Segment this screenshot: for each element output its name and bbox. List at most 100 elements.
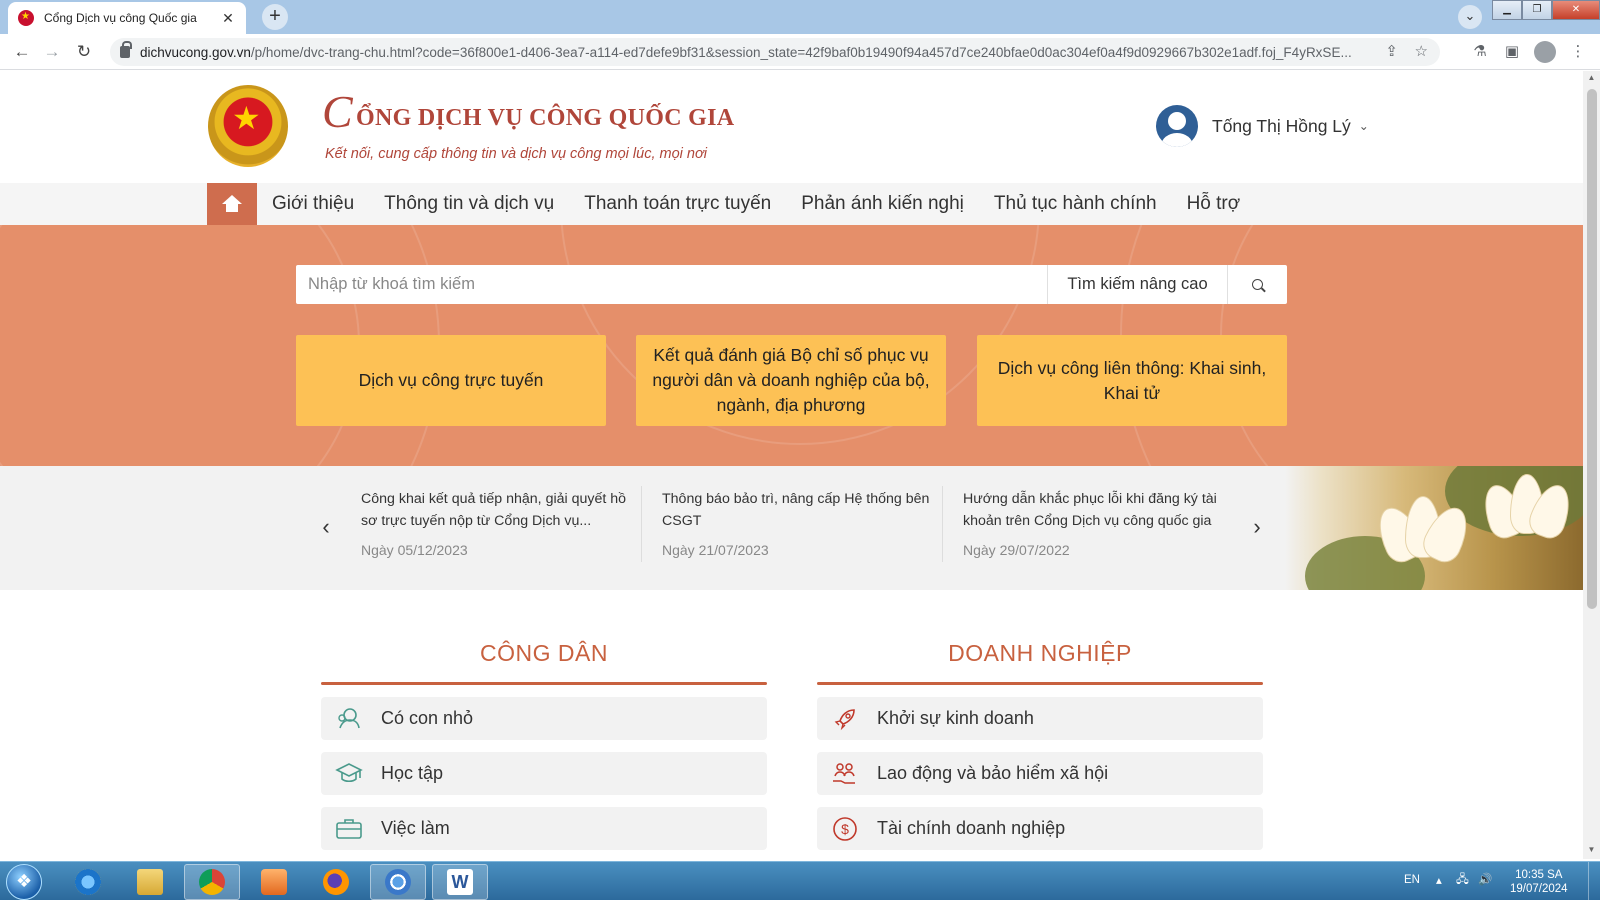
file-explorer-taskbar-icon[interactable] [122, 864, 178, 900]
start-button[interactable] [6, 864, 42, 900]
business-section: DOANH NGHIỆP Khởi sự kinh doanh Lao động… [817, 640, 1263, 850]
browser-toolbar: ← → ↻ dichvucong.gov.vn/p/home/dvc-trang… [0, 34, 1600, 70]
forward-arrow-icon[interactable]: → [40, 40, 64, 64]
browser-tab-strip: Cổng Dịch vụ công Quốc gia ✕ + ⌄ ▁ ❐ ✕ [0, 0, 1600, 34]
chrome-taskbar-icon[interactable] [184, 864, 240, 900]
bookmark-star-icon[interactable]: ☆ [1415, 42, 1428, 60]
tray-expand-icon[interactable]: ▴ [1436, 873, 1442, 887]
network-icon[interactable]: 🖧 [1456, 872, 1469, 891]
section-underline [817, 682, 1263, 685]
windows-taskbar: W EN ▴ 🖧 🔊 10:35 SA 19/07/2024 [0, 861, 1600, 900]
user-menu[interactable]: Tống Thị Hồng Lý ⌄ [1156, 105, 1369, 147]
restore-button[interactable]: ❐ [1522, 0, 1552, 20]
home-button[interactable] [207, 183, 257, 225]
tab-close-icon[interactable]: ✕ [220, 10, 236, 27]
media-player-taskbar-icon[interactable] [246, 864, 302, 900]
news-title[interactable]: Công khai kết quả tiếp nhận, giải quyết … [361, 488, 631, 532]
scroll-thumb[interactable] [1587, 89, 1597, 609]
nav-item-gioi-thieu[interactable]: Giới thiệu [257, 183, 369, 225]
category-label: Tài chính doanh nghiệp [877, 818, 1066, 838]
graduation-cap-icon [335, 761, 363, 787]
page-scrollbar[interactable]: ▲ ▼ [1583, 71, 1600, 859]
category-khoi-su-kinh-doanh[interactable]: Khởi sự kinh doanh [817, 697, 1263, 740]
show-desktop-button[interactable] [1588, 862, 1600, 900]
system-clock[interactable]: 10:35 SA 19/07/2024 [1510, 868, 1568, 896]
nav-item-thanh-toan[interactable]: Thanh toán trực tuyến [569, 183, 786, 225]
category-label: Lao động và bảo hiểm xã hội [877, 763, 1109, 783]
citizen-heading[interactable]: CÔNG DÂN [321, 640, 767, 670]
search-input[interactable] [296, 265, 1047, 304]
category-co-con-nho[interactable]: Có con nhỏ [321, 697, 767, 740]
search-icon [1252, 279, 1263, 290]
chevron-down-icon: ⌄ [1358, 119, 1369, 133]
chrome-window-taskbar-icon[interactable] [370, 864, 426, 900]
category-label: Khởi sự kinh doanh [877, 708, 1034, 728]
clock-time: 10:35 SA [1515, 869, 1563, 881]
browser-tab-active[interactable]: Cổng Dịch vụ công Quốc gia ✕ [8, 2, 246, 34]
side-panel-icon[interactable]: ▣ [1500, 40, 1524, 64]
scroll-down-icon[interactable]: ▼ [1583, 845, 1600, 859]
address-bar[interactable]: dichvucong.gov.vn/p/home/dvc-trang-chu.h… [110, 38, 1440, 66]
tab-search-chevron-icon[interactable]: ⌄ [1458, 5, 1482, 29]
language-indicator[interactable]: EN [1404, 874, 1420, 886]
share-icon[interactable]: ⇪ [1385, 42, 1398, 60]
rocket-icon [831, 706, 859, 732]
news-date: Ngày 05/12/2023 [361, 542, 468, 558]
card-birth-death-services[interactable]: Dịch vụ công liên thông: Khai sinh, Khai… [977, 335, 1287, 426]
extension-icon[interactable]: ⚗ [1468, 40, 1492, 64]
news-title[interactable]: Thông báo bảo trì, nâng cấp Hệ thống bên… [662, 488, 932, 532]
minimize-button[interactable]: ▁ [1492, 0, 1522, 20]
news-item[interactable]: Thông báo bảo trì, nâng cấp Hệ thống bên… [662, 488, 932, 558]
category-hoc-tap[interactable]: Học tập [321, 752, 767, 795]
nav-item-ho-tro[interactable]: Hỗ trợ [1172, 183, 1256, 225]
firefox-taskbar-icon[interactable] [308, 864, 364, 900]
news-title[interactable]: Hướng dẫn khắc phục lỗi khi đăng ký tài … [963, 488, 1233, 532]
volume-icon[interactable]: 🔊 [1478, 872, 1492, 886]
briefcase-icon [335, 816, 363, 842]
url-text: dichvucong.gov.vn/p/home/dvc-trang-chu.h… [140, 44, 1352, 60]
profile-icon[interactable] [1533, 40, 1557, 64]
browser-menu-icon[interactable]: ⋮ [1566, 40, 1590, 64]
user-avatar-icon [1156, 105, 1198, 147]
baby-icon [335, 706, 363, 732]
brand-mark[interactable]: C [322, 89, 353, 135]
category-viec-lam[interactable]: Việc làm [321, 807, 767, 850]
section-underline [321, 682, 767, 685]
reload-icon[interactable]: ↻ [72, 40, 96, 64]
nav-item-thong-tin-dich-vu[interactable]: Thông tin và dịch vụ [369, 183, 569, 225]
back-arrow-icon[interactable]: ← [10, 40, 34, 64]
citizen-section: CÔNG DÂN Có con nhỏ Học tập Việc làm [321, 640, 767, 850]
word-taskbar-icon[interactable]: W [432, 864, 488, 900]
card-online-services[interactable]: Dịch vụ công trực tuyến [296, 335, 606, 426]
carousel-next-icon[interactable]: › [1247, 514, 1267, 540]
nav-items: Giới thiệu Thông tin và dịch vụ Thanh to… [257, 183, 1255, 225]
news-divider [641, 486, 642, 562]
window-close-button[interactable]: ✕ [1552, 0, 1600, 20]
national-emblem-logo[interactable] [208, 85, 288, 167]
news-divider [942, 486, 943, 562]
new-tab-button[interactable]: + [262, 4, 288, 30]
internet-explorer-taskbar-icon[interactable] [60, 864, 116, 900]
hero-banner: Tìm kiếm nâng cao Dịch vụ công trực tuyế… [0, 225, 1583, 466]
category-label: Học tập [381, 763, 444, 783]
people-hand-icon [831, 761, 859, 787]
news-item[interactable]: Hướng dẫn khắc phục lỗi khi đăng ký tài … [963, 488, 1233, 558]
dollar-coin-icon: $ [831, 816, 859, 842]
business-heading[interactable]: DOANH NGHIỆP [817, 640, 1263, 670]
news-date: Ngày 21/07/2023 [662, 542, 769, 558]
search-button[interactable] [1227, 265, 1287, 304]
card-evaluation-results[interactable]: Kết quả đánh giá Bộ chỉ số phục vụ người… [636, 335, 946, 426]
category-label: Việc làm [381, 818, 450, 838]
news-date: Ngày 29/07/2022 [963, 542, 1070, 558]
site-title[interactable]: ỔNG DỊCH VỤ CÔNG QUỐC GIA [356, 105, 734, 132]
category-label: Có con nhỏ [381, 708, 474, 728]
news-item[interactable]: Công khai kết quả tiếp nhận, giải quyết … [361, 488, 631, 558]
category-lao-dong-bhxh[interactable]: Lao động và bảo hiểm xã hội [817, 752, 1263, 795]
advanced-search-button[interactable]: Tìm kiếm nâng cao [1047, 265, 1227, 304]
category-tai-chinh-dn[interactable]: $ Tài chính doanh nghiệp [817, 807, 1263, 850]
scroll-up-icon[interactable]: ▲ [1583, 73, 1600, 87]
tab-title: Cổng Dịch vụ công Quốc gia [44, 11, 197, 25]
nav-item-thu-tuc[interactable]: Thủ tục hành chính [979, 183, 1172, 225]
nav-item-phan-anh[interactable]: Phản ánh kiến nghị [786, 183, 979, 225]
carousel-prev-icon[interactable]: ‹ [316, 514, 336, 540]
